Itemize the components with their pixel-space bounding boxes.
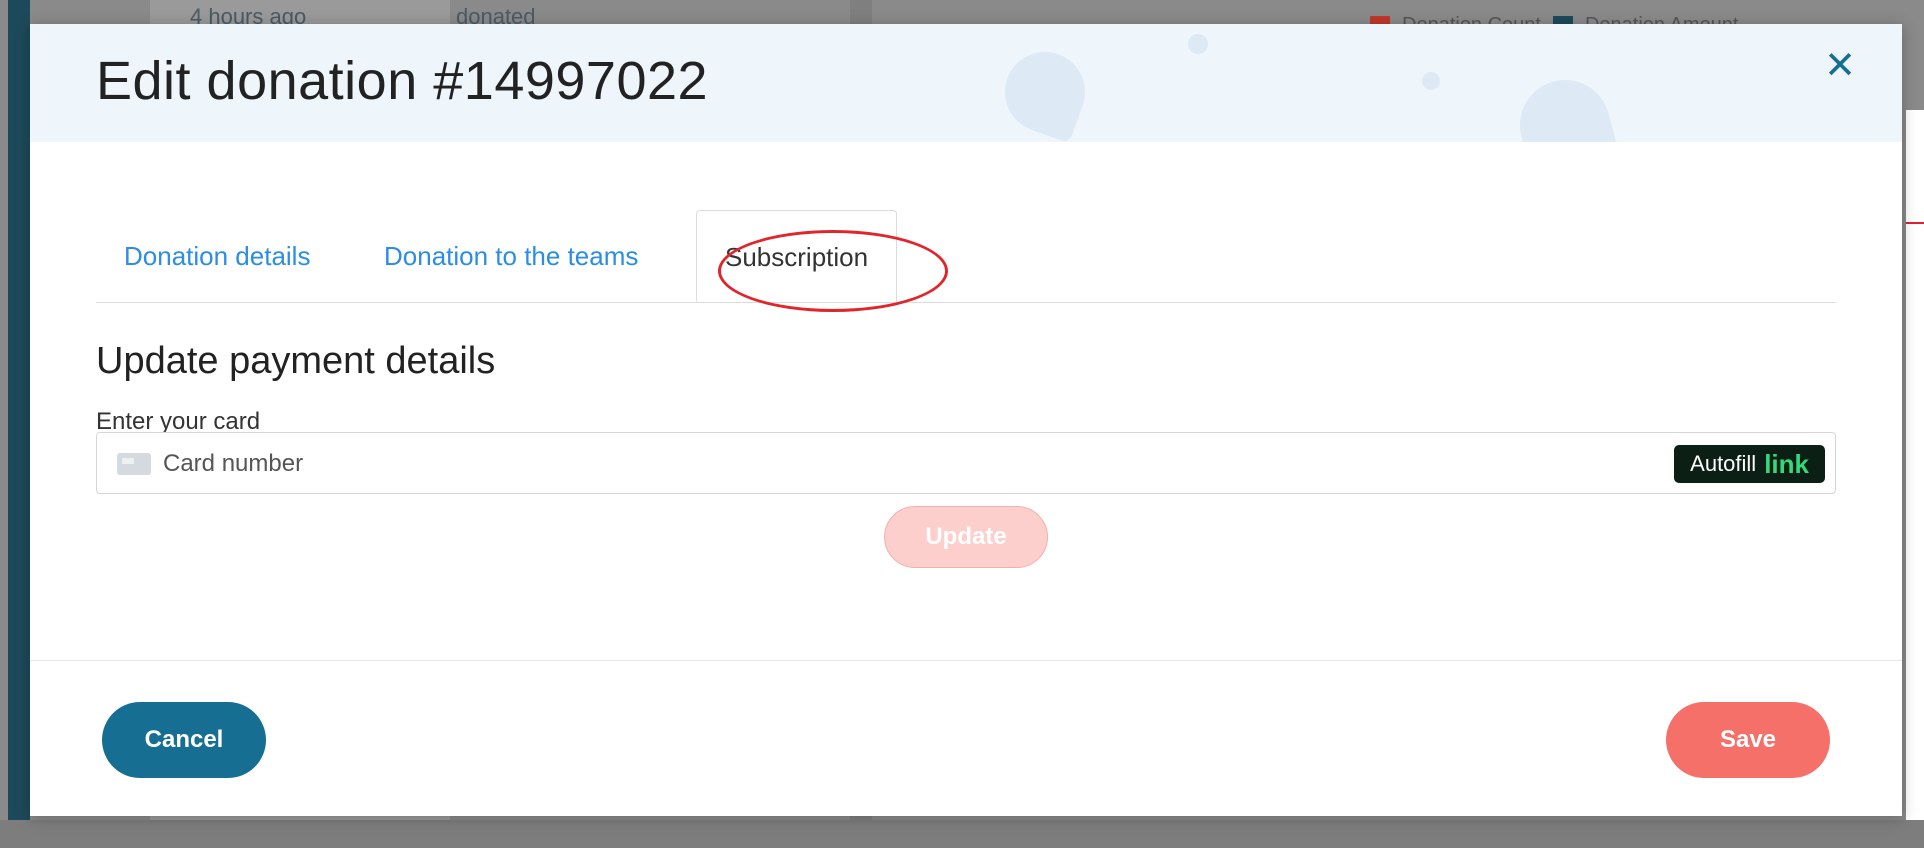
autofill-link-button[interactable]: Autofill link	[1674, 445, 1825, 483]
dot-decoration	[1188, 34, 1208, 54]
background-chart-edge	[1906, 110, 1924, 820]
card-number-field: Autofill link	[96, 432, 1836, 494]
dot-decoration	[1422, 72, 1440, 90]
link-brand-logo: link	[1764, 448, 1809, 479]
credit-card-icon	[117, 453, 151, 475]
save-button[interactable]: Save	[1666, 702, 1830, 778]
close-icon[interactable]: ✕	[1820, 46, 1860, 86]
modal-title: Edit donation #14997022	[96, 51, 709, 111]
tab-donation-details[interactable]: Donation details	[96, 210, 338, 302]
tab-donation-to-teams[interactable]: Donation to the teams	[356, 210, 666, 302]
edit-donation-modal: Edit donation #14997022 ✕ Donation detai…	[30, 24, 1902, 816]
autofill-label: Autofill	[1690, 451, 1757, 476]
modal-tabs: Donation details Donation to the teams S…	[96, 210, 1836, 303]
heart-decoration-icon	[1509, 69, 1621, 142]
footer-divider	[30, 660, 1902, 661]
section-title: Update payment details	[96, 340, 496, 382]
modal-header: Edit donation #14997022 ✕	[30, 24, 1902, 142]
background-sidebar-rail	[8, 0, 30, 848]
update-button[interactable]: Update	[884, 506, 1048, 568]
card-number-input[interactable]	[161, 443, 1465, 485]
tab-subscription[interactable]: Subscription	[696, 210, 898, 302]
background-bottom-bar	[0, 820, 1924, 848]
cancel-button[interactable]: Cancel	[102, 702, 266, 778]
background-chart-line	[1906, 222, 1924, 224]
heart-decoration-icon	[993, 40, 1097, 142]
